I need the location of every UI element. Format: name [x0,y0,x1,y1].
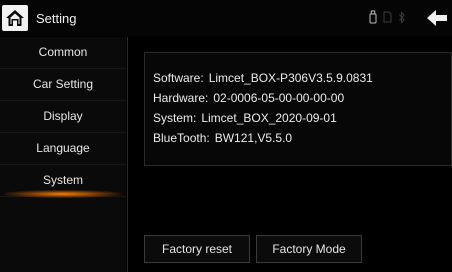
software-label: Software: [153,71,204,85]
hardware-value: 02-0006-05-00-00-00-00 [213,91,345,105]
sidebar-item-car-setting[interactable]: Car Setting [0,69,126,101]
system-info-panel: Software: Limcet_BOX-P306V3.5.9.0831 Hard… [144,52,452,166]
software-row: Software: Limcet_BOX-P306V3.5.9.0831 [153,68,451,88]
hardware-label: Hardware: [153,91,209,105]
sidebar-item-label: Common [38,45,88,59]
home-button[interactable] [2,5,28,31]
sidebar-divider [127,37,128,272]
settings-sidebar: Common Car Setting Display Language Syst… [0,37,126,272]
bluetooth-row: BlueTooth: BW121,V5.5.0 [153,128,451,148]
sidebar-item-common[interactable]: Common [0,37,126,69]
sidebar-item-system[interactable]: System [0,165,126,198]
system-row: System: Limcet_BOX_2020-09-01 [153,108,451,128]
sd-card-icon [383,11,392,23]
top-bar: Setting [0,0,452,36]
bluetooth-value: BW121,V5.5.0 [214,131,293,145]
software-value: Limcet_BOX-P306V3.5.9.0831 [208,71,373,85]
active-indicator [4,190,122,198]
hardware-row: Hardware: 02-0006-05-00-00-00-00 [153,88,451,108]
home-icon [6,10,24,26]
usb-icon [369,10,377,24]
factory-mode-button[interactable]: Factory Mode [256,235,362,263]
bluetooth-icon [399,10,405,24]
sidebar-item-display[interactable]: Display [0,101,126,133]
bluetooth-label: BlueTooth: [153,131,210,145]
sidebar-item-label: Display [43,109,83,123]
factory-reset-button[interactable]: Factory reset [144,235,250,263]
sidebar-item-language[interactable]: Language [0,133,126,165]
system-value: Limcet_BOX_2020-09-01 [201,111,337,125]
page-title: Setting [36,11,77,26]
status-icons [369,10,406,24]
system-label: System: [153,111,197,125]
sidebar-item-label: Car Setting [32,77,94,91]
sidebar-item-label: Language [36,141,90,155]
sidebar-item-label: System [42,173,83,187]
back-button[interactable] [426,9,448,27]
back-arrow-icon [427,10,447,26]
